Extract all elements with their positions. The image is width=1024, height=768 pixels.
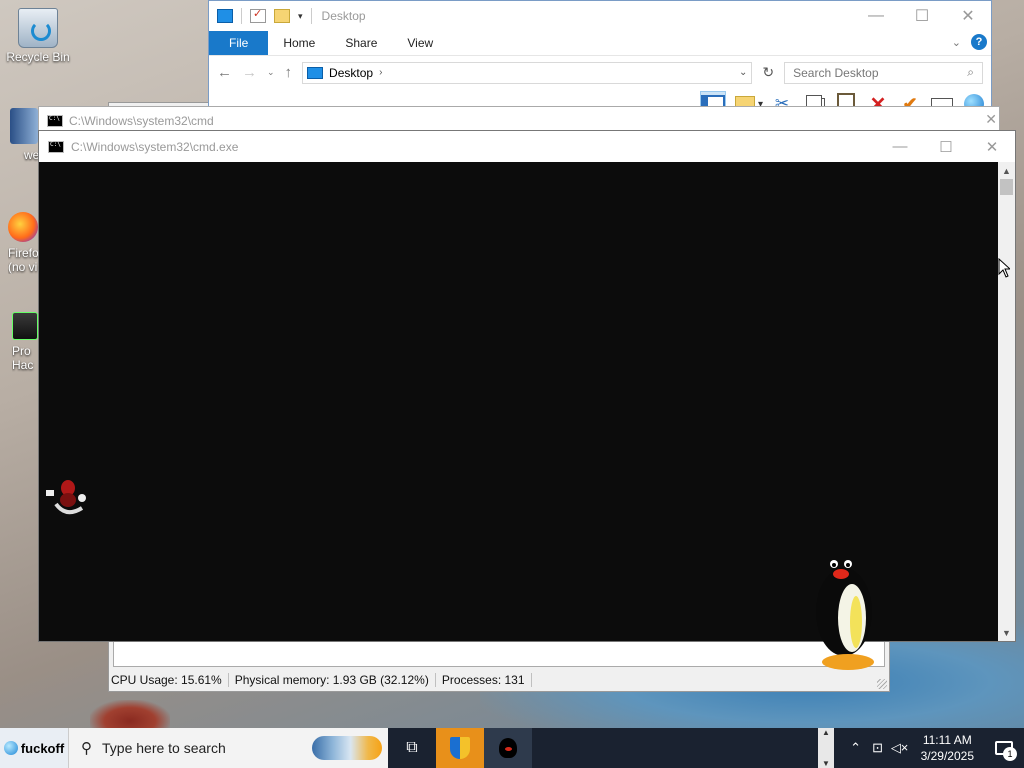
taskbar: fuckoff ⚲ Type here to search ⧉ ⌃ ⊡ ◁× 1… [0,728,1024,768]
show-hidden-icons-icon[interactable]: ⌃ [845,740,867,756]
desktop-icon-label: we [24,148,40,162]
tab-share[interactable]: Share [330,31,392,55]
cpu-usage: CPU Usage: 15.61% [109,673,229,687]
desktop-icon-firefox[interactable]: Firefo (no vi [8,212,40,274]
firefox-icon [8,212,38,242]
up-arrow-icon[interactable]: ↑ [285,64,293,81]
start-orb-icon [3,741,18,755]
volume-muted-icon[interactable]: ◁× [889,740,911,756]
cmd-titlebar[interactable]: C:\Windows\system32\cmd.exe — ☐ ✕ [39,131,1015,162]
taskbar-scroll[interactable]: ▲ ▼ [818,728,834,768]
address-dropdown-icon[interactable]: ⌄ [739,67,747,78]
desktop-location-icon [307,66,324,79]
search-highlight-icon [312,736,382,760]
desktop-icon-we[interactable]: we [10,108,40,162]
mouse-cursor-icon [998,258,1010,278]
task-manager-statusbar: CPU Usage: 15.61% Physical memory: 1.93 … [109,669,889,691]
quick-access-dropdown-icon[interactable]: ▾ [298,11,303,22]
taskbar-app-security[interactable] [436,728,484,768]
properties-icon[interactable] [250,7,266,23]
search-placeholder: Search Desktop [793,65,879,80]
task-view-button[interactable]: ⧉ [388,728,436,768]
notification-center-button[interactable]: 1 [984,728,1024,768]
process-count: Processes: 131 [440,673,532,687]
divider [310,8,312,24]
search-icon: ⚲ [81,740,92,757]
shield-icon [450,737,470,759]
start-label: fuckoff [20,740,65,756]
tab-home[interactable]: Home [268,31,330,55]
search-input[interactable]: Search Desktop ⌕ [784,61,983,84]
taskbar-app-pingu[interactable] [484,728,532,768]
physical-memory: Physical memory: 1.93 GB (32.12%) [233,673,436,687]
breadcrumb-chevron-icon[interactable]: › [379,67,382,78]
taskbar-search-input[interactable]: ⚲ Type here to search [68,728,388,768]
explorer-titlebar[interactable]: ▾ Desktop — ☐ ✕ [209,1,991,31]
recent-locations-icon[interactable]: ⌄ [267,67,275,78]
file-explorer-window: ▾ Desktop — ☐ ✕ File Home Share View ⌄ ?… [208,0,992,122]
scroll-down-icon[interactable]: ▼ [998,624,1015,641]
desktop-icon-label: Pro Hac [12,344,34,372]
forward-arrow-icon[interactable]: → [242,64,257,81]
this-pc-icon [217,9,233,23]
desktop-icon-recycle-bin[interactable]: Recycle Bin [0,8,76,64]
ribbon-tabs: File Home Share View ⌄ ? [209,31,991,55]
minimize-button[interactable]: — [853,1,899,31]
clock[interactable]: 11:11 AM 3/29/2025 [911,732,984,764]
explorer-title: Desktop [321,9,366,23]
tab-file[interactable]: File [209,31,269,55]
new-folder-icon[interactable] [274,9,290,23]
search-icon: ⌕ [967,65,974,79]
devil-sprite [46,480,86,515]
notification-badge: 1 [1003,747,1017,761]
cmd-title: C:\Windows\system32\cmd.exe [71,139,239,154]
minimize-button[interactable]: — [877,131,923,162]
wallpaper-bird [90,700,170,730]
cmd-icon [47,115,63,127]
scroll-up-icon[interactable]: ▲ [822,728,830,737]
resize-grip[interactable] [877,679,887,689]
photo-icon [10,108,38,144]
task-manager-panel [113,639,885,667]
close-button[interactable]: ✕ [969,131,1015,162]
divider [241,8,242,24]
system-tray: ⌃ ⊡ ◁× 11:11 AM 3/29/2025 1 [845,728,1024,768]
refresh-icon[interactable]: ↻ [762,64,774,81]
address-bar[interactable]: Desktop › ⌄ [302,61,753,84]
cmd-back-title: C:\Windows\system32\cmd [69,114,214,128]
ribbon-expand-icon[interactable]: ⌄ [952,36,961,49]
network-icon[interactable]: ⊡ [867,740,889,756]
scroll-up-icon[interactable]: ▲ [998,162,1015,179]
cmd-icon [48,140,64,153]
address-row: ← → ⌄ ↑ Desktop › ⌄ ↻ Search Desktop ⌕ [209,55,991,89]
clock-date: 3/29/2025 [920,749,974,763]
vertical-scrollbar[interactable]: ▲ ▼ [998,162,1015,641]
desktop-icon-label: Recycle Bin [6,50,70,64]
close-button[interactable]: ✕ [985,111,997,128]
start-button[interactable]: fuckoff [0,728,68,768]
process-hacker-icon [12,312,38,340]
maximize-button[interactable]: ☐ [923,131,969,162]
pingu-sprite [816,560,874,670]
desktop-icon-label: Firefo (no vi [8,246,39,274]
clock-time: 11:11 AM [922,733,972,747]
task-view-icon: ⧉ [406,739,418,756]
close-button[interactable]: ✕ [945,1,991,31]
pingu-icon [499,738,517,758]
scroll-thumb[interactable] [1000,179,1013,195]
maximize-button[interactable]: ☐ [899,1,945,31]
taskbar-search-placeholder: Type here to search [102,740,226,756]
recycle-bin-icon [18,8,58,48]
tab-view[interactable]: View [392,31,448,55]
address-text: Desktop [329,65,374,80]
scroll-down-icon[interactable]: ▼ [822,759,830,768]
help-icon[interactable]: ? [971,34,987,50]
back-arrow-icon[interactable]: ← [217,64,232,81]
